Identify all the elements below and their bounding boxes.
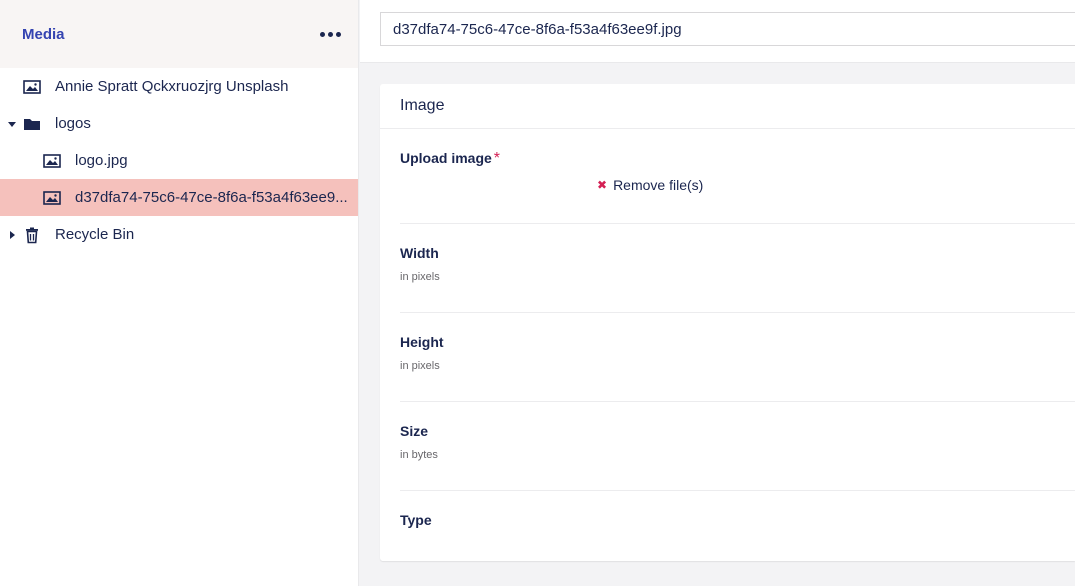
media-tree: Annie Spratt Qckxruozjrg Unsplash logos … [0,68,358,253]
remove-files-label: Remove file(s) [613,177,704,193]
image-icon [43,153,61,169]
tree-item-logo-jpg[interactable]: logo.jpg [0,142,358,179]
size-label: Size [400,423,429,439]
tree-item-label: logo.jpg [75,152,128,169]
type-label: Type [400,512,432,528]
width-label: Width [400,245,439,261]
folder-icon [23,116,41,132]
name-bar [360,0,1075,63]
media-editor: Image Upload image* ✖ Remove file(s) Wid… [360,0,1075,586]
height-property: Height in pixels [400,313,1075,402]
type-property: Type [400,491,1075,560]
height-label: Height [400,334,444,350]
media-sidebar: Media Annie Spratt Qckxruozjrg Unsplash … [0,0,359,586]
close-icon: ✖ [597,178,608,192]
tree-item-label: Recycle Bin [55,226,135,243]
more-horizontal-icon-dot [335,31,341,37]
tree-item-d37dfa74-selected[interactable]: d37dfa74-75c6-47ce-8f6a-f53a4f63ee9... [0,179,358,216]
image-icon [43,190,61,206]
required-indicator: * [493,150,501,167]
tree-item-label: Annie Spratt Qckxruozjrg Unsplash [55,78,289,95]
caret-down-icon[interactable] [7,119,17,129]
panel-title: Image [380,84,1075,129]
tree-item-annie-spratt[interactable]: Annie Spratt Qckxruozjrg Unsplash [0,68,358,105]
upload-image-label: Upload image [400,150,492,166]
more-options-button[interactable] [318,22,342,46]
width-description: in pixels [400,271,440,283]
height-description: in pixels [400,360,440,372]
more-horizontal-icon-dot [327,31,333,37]
upload-image-property: Upload image * ✖ Remove file(s) [400,129,1075,224]
size-property: Size in bytes [400,402,1075,491]
tree-item-label: logos [55,115,91,132]
tree-item-label: d37dfa74-75c6-47ce-8f6a-f53a4f63ee9... [75,189,348,206]
sidebar-title[interactable]: Media [22,26,65,43]
size-description: in bytes [400,449,438,461]
tree-item-logos[interactable]: logos [0,105,358,142]
tree-item-recycle-bin[interactable]: Recycle Bin [0,216,358,253]
width-property: Width in pixels [400,224,1075,313]
image-icon [23,79,41,95]
caret-right-icon[interactable] [7,230,17,240]
more-horizontal-icon [319,31,325,37]
remove-files-button[interactable]: ✖ Remove file(s) [597,177,703,193]
trash-icon [23,226,41,244]
image-properties-panel: Image Upload image * ✖ Remove file(s) Wid… [380,84,1075,561]
media-name-input[interactable] [380,12,1075,46]
sidebar-header: Media [0,0,358,68]
